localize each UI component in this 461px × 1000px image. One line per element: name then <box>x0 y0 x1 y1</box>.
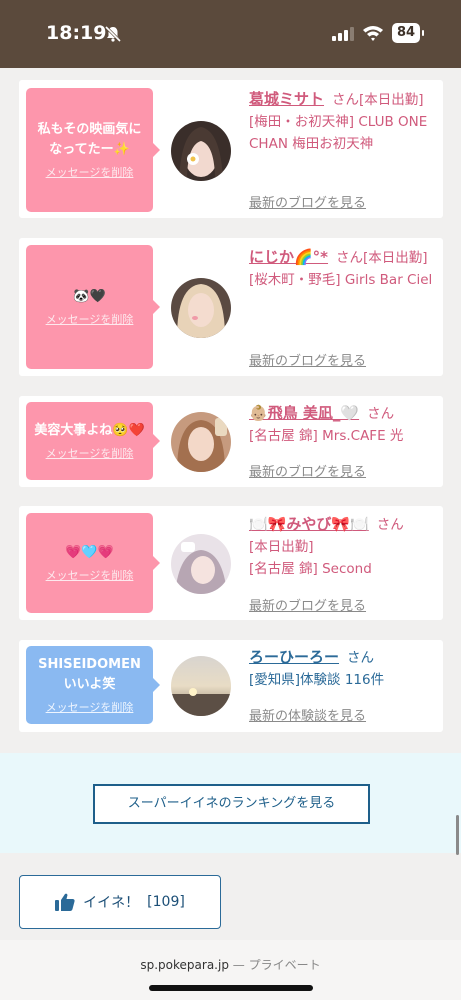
ranking-button[interactable]: スーパーイイネのランキングを見る <box>93 784 370 824</box>
delete-message-link[interactable]: メッセージを削除 <box>46 445 134 461</box>
bell-muted-icon <box>104 25 122 43</box>
message-card: 私もその映画気になってたー✨ メッセージを削除 葛城ミサト さん[本日出勤] [梅… <box>19 80 443 218</box>
like-button[interactable]: イイネ！ [109] <box>19 875 221 929</box>
user-detail: [愛知県]体験談 116件 <box>249 672 385 688</box>
signal-icon <box>332 27 354 41</box>
battery-indicator: 84 <box>392 23 424 43</box>
message-text: 💗🩵💗 <box>65 545 114 560</box>
cast-detail: [本日出勤] <box>363 250 428 266</box>
cast-detail: [名古屋 錦] Mrs.CAFE 光 <box>249 428 404 444</box>
avatar[interactable] <box>171 121 231 181</box>
cast-detail: [梅田・お初天神] CLUB ONE CHAN 梅田お初天神 <box>249 114 428 152</box>
like-count: [109] <box>147 894 185 910</box>
avatar[interactable] <box>171 278 231 338</box>
cast-info: 葛城ミサト さん[本日出勤] [梅田・お初天神] CLUB ONE CHAN 梅田… <box>249 88 439 155</box>
status-time: 18:19 <box>46 22 107 44</box>
message-bubble: 🐼🖤 メッセージを削除 <box>26 245 160 369</box>
avatar[interactable] <box>171 656 231 716</box>
cast-detail: [本日出勤] <box>249 539 314 555</box>
user-name-link[interactable]: ろーひーろー <box>249 648 339 666</box>
cast-detail: [本日出勤] <box>359 92 424 108</box>
cast-info: 🍽️🎀みやび🎀🍽️ さん [本日出勤] [名古屋 錦] Second <box>249 513 439 580</box>
delete-message-link[interactable]: メッセージを削除 <box>46 311 134 327</box>
delete-message-link[interactable]: メッセージを削除 <box>46 164 134 180</box>
user-info: ろーひーろー さん [愛知県]体験談 116件 <box>249 646 439 691</box>
honorific: さん <box>376 517 404 533</box>
message-card: 💗🩵💗 メッセージを削除 🍽️🎀みやび🎀🍽️ さん [本日出勤] [名古屋 錦] … <box>19 506 443 620</box>
cast-detail: [名古屋 錦] Second <box>249 561 372 577</box>
message-card: SHISEIDOMENいいよ笑 メッセージを削除 ろーひーろー さん [愛知県]体… <box>19 640 443 732</box>
url-separator: — <box>232 958 245 972</box>
message-card: 🐼🖤 メッセージを削除 にじか🌈°* さん[本日出勤] [桜木町・野毛] Girl… <box>19 238 443 376</box>
cast-name-link[interactable]: 👶🏼飛鳥 美凪_🤍 <box>249 404 359 422</box>
url-text: sp.pokepara.jp — プライベート <box>0 956 461 973</box>
honorific: さん <box>347 650 375 666</box>
cast-info: 👶🏼飛鳥 美凪_🤍 さん [名古屋 錦] Mrs.CAFE 光 <box>249 402 439 447</box>
wifi-icon <box>363 26 383 41</box>
url-domain: sp.pokepara.jp <box>140 958 229 972</box>
home-indicator[interactable] <box>149 985 313 991</box>
honorific: さん <box>336 250 364 266</box>
delete-message-link[interactable]: メッセージを削除 <box>46 567 134 583</box>
thumbs-up-icon <box>55 893 75 911</box>
message-text: 私もその映画気になってたー✨ <box>37 122 142 157</box>
avatar[interactable] <box>171 412 231 472</box>
message-text: SHISEIDOMENいいよ笑 <box>38 657 141 692</box>
browser-url-bar[interactable]: sp.pokepara.jp — プライベート <box>0 940 461 1000</box>
latest-blog-link[interactable]: 最新のブログを見る <box>249 461 366 480</box>
cast-info: にじか🌈°* さん[本日出勤] [桜木町・野毛] Girls Bar Ciel <box>249 246 439 291</box>
private-mode-label: プライベート <box>248 958 321 972</box>
honorific: さん <box>332 92 360 108</box>
message-text: 🐼🖤 <box>73 289 106 304</box>
ranking-section: スーパーイイネのランキングを見る <box>0 753 461 853</box>
honorific: さん <box>367 406 395 422</box>
message-card: 美容大事よね🥺❤️ メッセージを削除 👶🏼飛鳥 美凪_🤍 さん [名古屋 錦] M… <box>19 396 443 487</box>
cast-name-link[interactable]: 🍽️🎀みやび🎀🍽️ <box>249 515 369 533</box>
avatar[interactable] <box>171 534 231 594</box>
scrollbar[interactable] <box>456 815 459 855</box>
cast-name-link[interactable]: 葛城ミサト <box>249 90 324 108</box>
delete-message-link[interactable]: メッセージを削除 <box>46 699 134 715</box>
latest-blog-link[interactable]: 最新のブログを見る <box>249 192 366 211</box>
latest-blog-link[interactable]: 最新のブログを見る <box>249 595 366 614</box>
cast-name-link[interactable]: にじか🌈°* <box>249 248 328 266</box>
status-bar: 18:19 84 <box>0 0 461 68</box>
cast-detail: [桜木町・野毛] Girls Bar Ciel <box>249 272 433 288</box>
message-bubble: 私もその映画気になってたー✨ メッセージを削除 <box>26 88 160 212</box>
latest-blog-link[interactable]: 最新のブログを見る <box>249 350 366 369</box>
message-bubble: SHISEIDOMENいいよ笑 メッセージを削除 <box>26 646 160 724</box>
message-bubble: 💗🩵💗 メッセージを削除 <box>26 513 160 613</box>
message-text: 美容大事よね🥺❤️ <box>34 423 145 438</box>
latest-review-link[interactable]: 最新の体験談を見る <box>249 705 366 724</box>
like-label: イイネ！ <box>83 895 140 911</box>
message-bubble: 美容大事よね🥺❤️ メッセージを削除 <box>26 402 160 480</box>
